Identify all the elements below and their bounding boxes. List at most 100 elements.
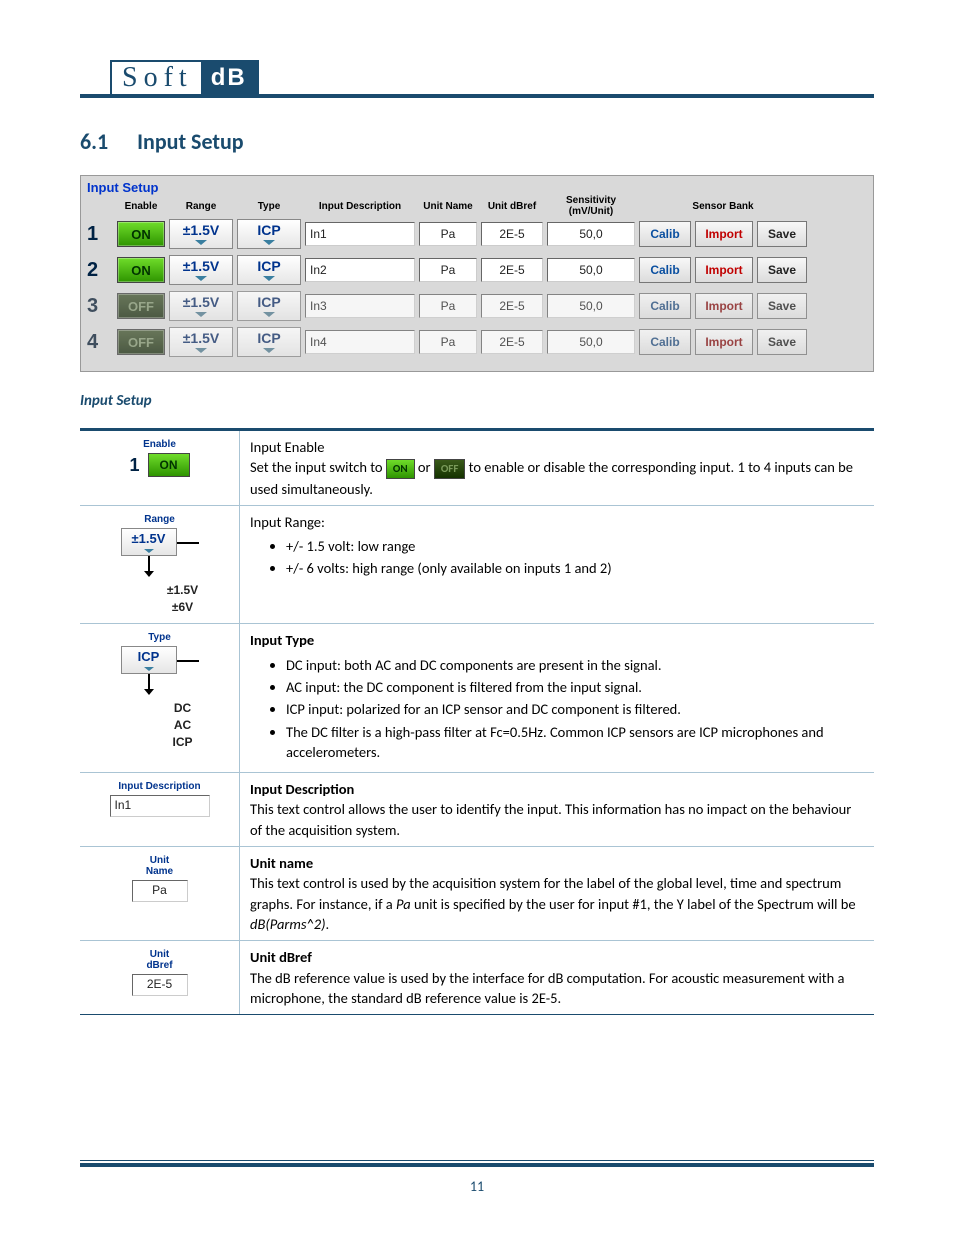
enable-toggle[interactable]: OFF (117, 329, 165, 355)
channel-number: 4 (87, 331, 113, 354)
logo-right: dB (201, 62, 257, 94)
calib-button[interactable]: Calib (639, 257, 691, 283)
import-button[interactable]: Import (695, 329, 753, 355)
header-trail-rule (259, 94, 874, 98)
mini-label-inputdesc: Input Description (118, 781, 200, 792)
type-bullet-1: AC input: the DC component is filtered f… (286, 677, 864, 697)
unit-dbref-field[interactable]: 2E-5 (481, 330, 543, 354)
mini-ch-num: 1 (129, 455, 139, 476)
unit-name-field[interactable]: Pa (419, 258, 477, 282)
type-bullet-3: The DC filter is a high-pass filter at F… (286, 722, 864, 763)
range-dropdown[interactable]: ±1.5V (169, 327, 233, 357)
channel-number: 3 (87, 295, 113, 318)
desc-enable-title: Input Enable (250, 437, 864, 457)
page-number: 11 (0, 1178, 954, 1195)
desc-row-enable: Enable 1 ON Input Enable Set the input s… (80, 431, 874, 506)
desc-row-unit-dbref: UnitdBref 2E-5 Unit dBref The dB referen… (80, 941, 874, 1014)
col-type: Type (237, 201, 301, 212)
mini-label-type: Type (148, 632, 171, 643)
type-dropdown[interactable]: ICP (237, 219, 301, 249)
range-dropdown[interactable]: ±1.5V (169, 291, 233, 321)
range-opt-1: ±6V (167, 599, 198, 616)
type-opt-1: AC (172, 717, 192, 734)
col-sensor-bank: Sensor Bank (639, 201, 807, 212)
sensitivity-field[interactable]: 50,0 (547, 222, 635, 246)
type-dropdown[interactable]: ICP (237, 291, 301, 321)
import-button[interactable]: Import (695, 257, 753, 283)
calib-button[interactable]: Calib (639, 221, 691, 247)
enable-toggle[interactable]: ON (117, 221, 165, 247)
unit-dbref-field[interactable]: 2E-5 (481, 258, 543, 282)
calib-button[interactable]: Calib (639, 293, 691, 319)
enable-toggle[interactable]: ON (117, 257, 165, 283)
save-button[interactable]: Save (757, 293, 807, 319)
col-desc: Input Description (305, 201, 415, 212)
panel-column-headers: Enable Range Type Input Description Unit… (87, 195, 867, 217)
save-button[interactable]: Save (757, 257, 807, 283)
import-button[interactable]: Import (695, 221, 753, 247)
section-title-text: Input Setup (137, 128, 243, 155)
mini-label-enable: Enable (143, 439, 176, 450)
mini-range-dropdown[interactable]: ±1.5V (121, 528, 177, 556)
logo: Soft dB (110, 60, 259, 98)
type-opt-0: DC (172, 700, 192, 717)
range-opt-0: ±1.5V (167, 582, 198, 599)
mini-type-dropdown[interactable]: ICP (121, 646, 177, 674)
panel-row-3: 3OFF±1.5VICPIn3Pa2E-550,0CalibImportSave (87, 291, 867, 321)
sensitivity-field[interactable]: 50,0 (547, 258, 635, 282)
sensitivity-field[interactable]: 50,0 (547, 330, 635, 354)
input-setup-desc-table: Enable 1 ON Input Enable Set the input s… (80, 428, 874, 1015)
sensitivity-field[interactable]: 50,0 (547, 294, 635, 318)
range-dropdown[interactable]: ±1.5V (169, 219, 233, 249)
desc-inputdesc-title: Input Description (250, 780, 354, 798)
header-lead-rule (80, 94, 110, 98)
channel-number: 2 (87, 259, 113, 282)
unit-dbref-field[interactable]: 2E-5 (481, 222, 543, 246)
desc-unitname-title: Unit name (250, 854, 313, 872)
save-button[interactable]: Save (757, 329, 807, 355)
channel-number: 1 (87, 223, 113, 246)
col-sens: Sensitivity (mV/Unit) (547, 195, 635, 217)
section-heading: 6.1 Input Setup (80, 128, 874, 155)
footer-rule (80, 1163, 874, 1167)
desc-enable-body: Set the input switch to ON or OFF to ena… (250, 457, 864, 499)
input-description-field[interactable]: In4 (305, 330, 415, 354)
inline-toggle-off: OFF (434, 459, 466, 478)
input-setup-panel: Input Setup Enable Range Type Input Desc… (80, 175, 874, 372)
range-bullet-0: +/- 1.5 volt: low range (286, 536, 864, 556)
mini-unitdbref-field[interactable]: 2E-5 (132, 974, 188, 996)
col-unit-name: Unit Name (419, 201, 477, 212)
calib-button[interactable]: Calib (639, 329, 691, 355)
desc-unitdbref-title: Unit dBref (250, 948, 312, 966)
type-dropdown[interactable]: ICP (237, 327, 301, 357)
mini-label-unitdbref: UnitdBref (146, 949, 172, 971)
desc-row-range: Range ±1.5V ±1.5V ±6V Input Range: +/- 1… (80, 506, 874, 625)
logo-left: Soft (112, 62, 201, 94)
desc-row-input-description: Input Description In1 Input Description … (80, 773, 874, 847)
range-dropdown[interactable]: ±1.5V (169, 255, 233, 285)
mini-label-range: Range (144, 514, 175, 525)
mini-unitname-field[interactable]: Pa (132, 880, 188, 902)
unit-dbref-field[interactable]: 2E-5 (481, 294, 543, 318)
desc-unitname-text: This text control is used by the acquisi… (250, 873, 864, 934)
desc-row-type: Type ICP DC AC ICP Input Type DC input: … (80, 624, 874, 773)
mini-label-unitname: UnitName (146, 855, 173, 877)
enable-toggle[interactable]: OFF (117, 293, 165, 319)
col-enable: Enable (117, 201, 165, 212)
type-dropdown[interactable]: ICP (237, 255, 301, 285)
save-button[interactable]: Save (757, 221, 807, 247)
input-description-field[interactable]: In1 (305, 222, 415, 246)
unit-name-field[interactable]: Pa (419, 294, 477, 318)
type-opt-2: ICP (172, 734, 192, 751)
unit-name-field[interactable]: Pa (419, 222, 477, 246)
range-bullet-1: +/- 6 volts: high range (only available … (286, 558, 864, 578)
input-description-field[interactable]: In3 (305, 294, 415, 318)
import-button[interactable]: Import (695, 293, 753, 319)
unit-name-field[interactable]: Pa (419, 330, 477, 354)
mini-toggle-on[interactable]: ON (148, 453, 190, 477)
panel-title: Input Setup (87, 180, 867, 195)
input-description-field[interactable]: In2 (305, 258, 415, 282)
mini-inputdesc-field[interactable]: In1 (110, 795, 210, 817)
col-unit-dbref: Unit dBref (481, 201, 543, 212)
section-number: 6.1 (80, 128, 108, 155)
